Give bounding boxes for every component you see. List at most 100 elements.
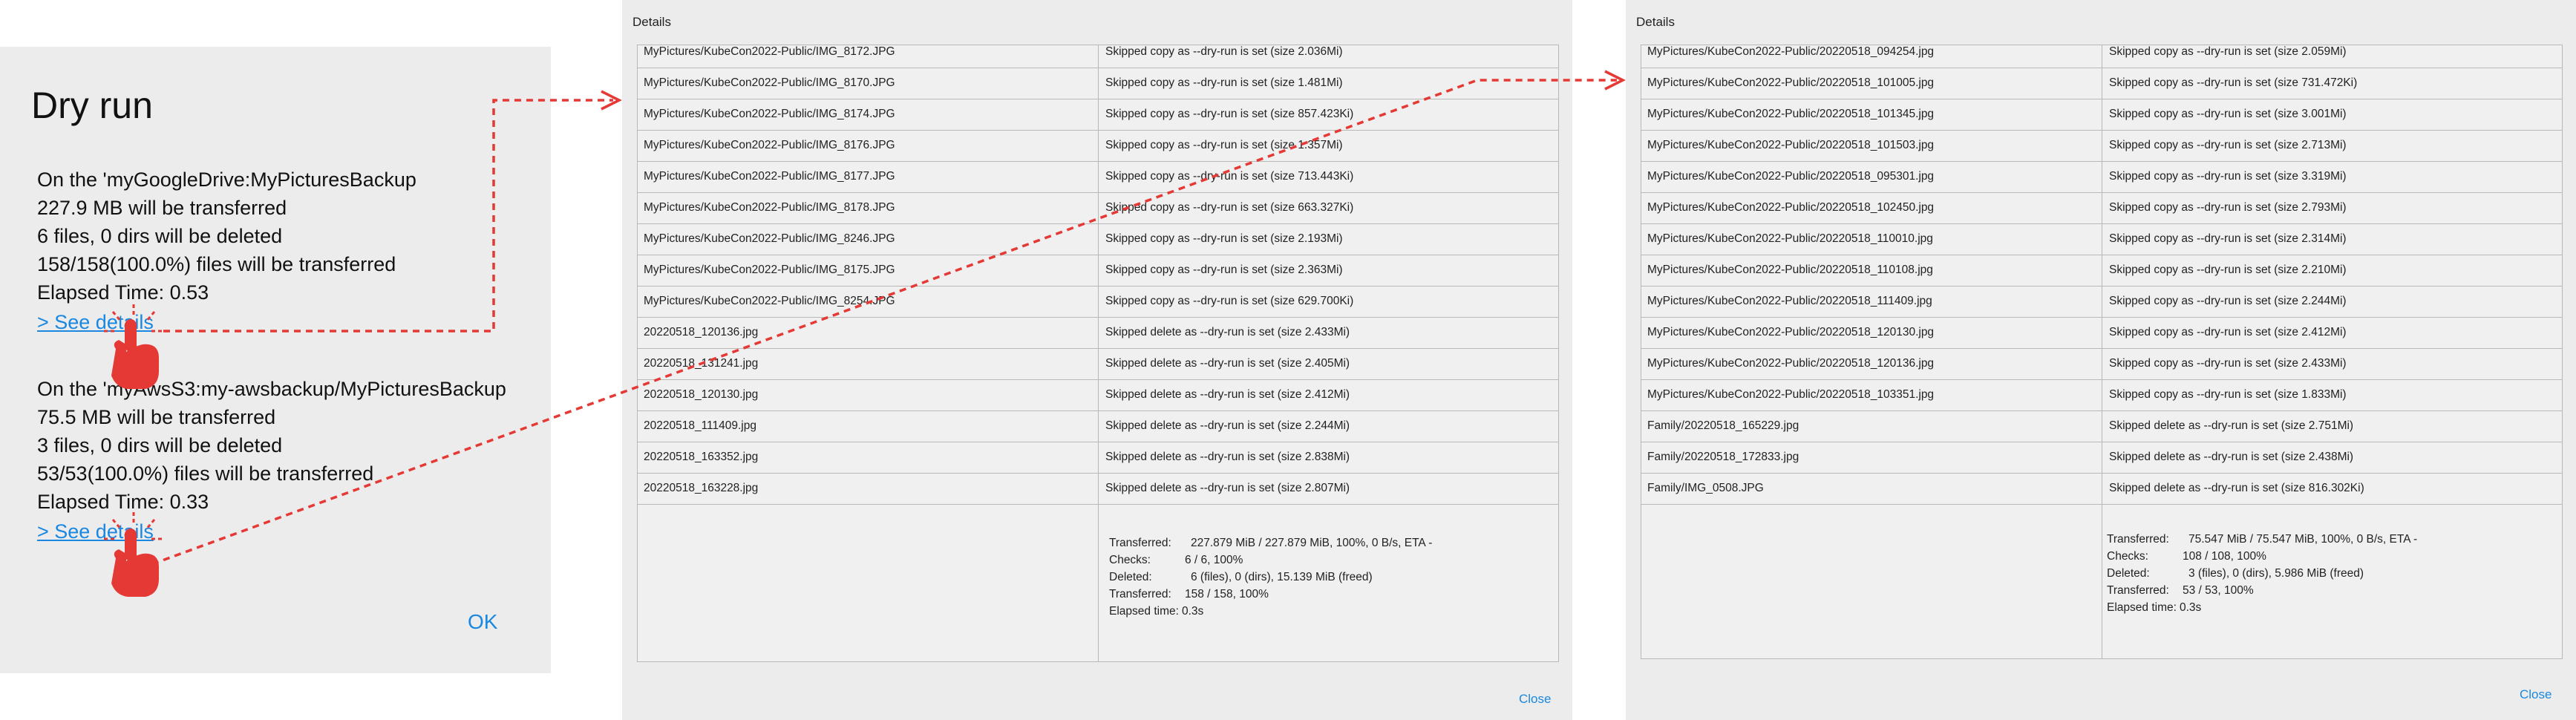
file-path-cell: 20220518_163228.jpg bbox=[644, 482, 759, 494]
stats-line: Elapsed time: 0.3s bbox=[1109, 603, 1432, 620]
status-cell: Skipped delete as --dry-run is set (size… bbox=[1105, 419, 1350, 432]
table-row[interactable]: Family/20220518_172833.jpg Skipped delete… bbox=[1641, 442, 2562, 474]
see-details-link[interactable]: > See details bbox=[37, 517, 506, 546]
stats-line: Transferred: 158 / 158, 100% bbox=[1109, 586, 1432, 603]
file-path-cell: Family/IMG_0508.JPG bbox=[1647, 482, 1764, 494]
status-cell: Skipped copy as --dry-run is set (size 2… bbox=[2109, 295, 2347, 307]
file-path-cell: MyPictures/KubeCon2022-Public/20220518_0… bbox=[1647, 170, 1935, 183]
status-cell: Skipped copy as --dry-run is set (size 2… bbox=[1105, 45, 1343, 58]
details-table[interactable]: MyPictures/KubeCon2022-Public/20220518_0… bbox=[1641, 45, 2563, 659]
status-cell: Skipped copy as --dry-run is set (size 7… bbox=[2109, 76, 2358, 89]
details-title: Details bbox=[632, 15, 671, 29]
table-row[interactable]: 20220518_120136.jpg Skipped delete as --d… bbox=[638, 317, 1558, 349]
status-cell: Skipped copy as --dry-run is set (size 2… bbox=[2109, 139, 2347, 151]
table-row[interactable]: MyPictures/KubeCon2022-Public/IMG_8246.J… bbox=[638, 223, 1558, 255]
status-cell: Skipped delete as --dry-run is set (size… bbox=[2109, 451, 2354, 463]
stats-label: Deleted: bbox=[2107, 567, 2150, 580]
table-row[interactable]: MyPictures/KubeCon2022-Public/20220518_1… bbox=[1641, 68, 2562, 99]
stats-value: 0.3s bbox=[1182, 605, 1204, 618]
status-cell: Skipped copy as --dry-run is set (size 1… bbox=[1105, 76, 1343, 89]
table-row[interactable]: MyPictures/KubeCon2022-Public/IMG_8175.J… bbox=[638, 255, 1558, 287]
close-button[interactable]: Close bbox=[1519, 692, 1551, 707]
file-path-cell: MyPictures/KubeCon2022-Public/IMG_8170.J… bbox=[644, 76, 895, 89]
status-cell: Skipped copy as --dry-run is set (size 6… bbox=[1105, 201, 1354, 214]
table-row[interactable]: MyPictures/KubeCon2022-Public/20220518_1… bbox=[1641, 255, 2562, 287]
file-path-cell: MyPictures/KubeCon2022-Public/IMG_8176.J… bbox=[644, 139, 895, 151]
file-path-cell: MyPictures/KubeCon2022-Public/IMG_8175.J… bbox=[644, 264, 895, 276]
table-row[interactable]: MyPictures/KubeCon2022-Public/IMG_8178.J… bbox=[638, 192, 1558, 224]
file-path-cell: MyPictures/KubeCon2022-Public/20220518_1… bbox=[1647, 201, 1935, 214]
table-row[interactable]: Family/20220518_165229.jpg Skipped delete… bbox=[1641, 410, 2562, 442]
table-row[interactable]: MyPictures/KubeCon2022-Public/20220518_1… bbox=[1641, 286, 2562, 318]
table-row[interactable]: MyPictures/KubeCon2022-Public/IMG_8174.J… bbox=[638, 99, 1558, 131]
table-row[interactable]: MyPictures/KubeCon2022-Public/IMG_8176.J… bbox=[638, 130, 1558, 162]
file-path-cell: 20220518_120130.jpg bbox=[644, 388, 759, 401]
details-title: Details bbox=[1636, 15, 1675, 29]
stats-value: 158 / 158, 100% bbox=[1185, 588, 1269, 600]
table-row[interactable]: MyPictures/KubeCon2022-Public/20220518_1… bbox=[1641, 348, 2562, 380]
stats-line: Checks: 108 / 108, 100% bbox=[2107, 548, 2417, 565]
file-path-cell: MyPictures/KubeCon2022-Public/20220518_1… bbox=[1647, 108, 1935, 120]
file-path-cell: MyPictures/KubeCon2022-Public/IMG_8174.J… bbox=[644, 108, 895, 120]
status-cell: Skipped delete as --dry-run is set (size… bbox=[1105, 357, 1350, 370]
file-path-cell: MyPictures/KubeCon2022-Public/IMG_8172.J… bbox=[644, 45, 895, 58]
status-cell: Skipped delete as --dry-run is set (size… bbox=[1105, 451, 1350, 463]
details-window-aws-s3: Details MyPictures/KubeCon2022-Public/20… bbox=[1626, 0, 2576, 720]
table-row[interactable]: MyPictures/KubeCon2022-Public/IMG_8177.J… bbox=[638, 161, 1558, 193]
status-cell: Skipped delete as --dry-run is set (size… bbox=[1105, 482, 1350, 494]
table-row[interactable]: 20220518_163228.jpg Skipped delete as --d… bbox=[638, 473, 1558, 505]
table-row[interactable]: MyPictures/KubeCon2022-Public/IMG_8172.J… bbox=[638, 45, 1558, 68]
table-row[interactable]: 20220518_111409.jpg Skipped delete as --d… bbox=[638, 410, 1558, 442]
file-path-cell: MyPictures/KubeCon2022-Public/20220518_1… bbox=[1647, 388, 1935, 401]
stats-line: Deleted: 3 (files), 0 (dirs), 5.986 MiB (… bbox=[2107, 565, 2417, 582]
table-row[interactable]: MyPictures/KubeCon2022-Public/20220518_0… bbox=[1641, 161, 2562, 193]
table-row[interactable]: Family/IMG_0508.JPG Skipped delete as --d… bbox=[1641, 473, 2562, 505]
table-row[interactable]: MyPictures/KubeCon2022-Public/20220518_0… bbox=[1641, 45, 2562, 68]
file-path-cell: MyPictures/KubeCon2022-Public/20220518_1… bbox=[1647, 295, 1932, 307]
elapsed-time-line: Elapsed Time: 0.33 bbox=[37, 491, 209, 513]
stats-label: Elapsed time: bbox=[2107, 601, 2177, 614]
ok-button[interactable]: OK bbox=[463, 609, 502, 635]
dry-run-title: Dry run bbox=[31, 85, 153, 126]
table-row[interactable]: MyPictures/KubeCon2022-Public/20220518_1… bbox=[1641, 192, 2562, 224]
file-path-cell: 20220518_111409.jpg bbox=[644, 419, 756, 432]
stats-label: Transferred: bbox=[2107, 533, 2169, 546]
summary-google-drive: On the 'myGoogleDrive:MyPicturesBackup 2… bbox=[37, 166, 416, 336]
table-row[interactable]: 20220518_131241.jpg Skipped delete as --d… bbox=[638, 348, 1558, 380]
status-cell: Skipped delete as --dry-run is set (size… bbox=[2109, 482, 2364, 494]
status-cell: Skipped copy as --dry-run is set (size 8… bbox=[1105, 108, 1354, 120]
table-row[interactable]: 20220518_120130.jpg Skipped delete as --d… bbox=[638, 379, 1558, 411]
stats-line: Checks: 6 / 6, 100% bbox=[1109, 552, 1432, 569]
table-row[interactable]: MyPictures/KubeCon2022-Public/20220518_1… bbox=[1641, 223, 2562, 255]
status-cell: Skipped copy as --dry-run is set (size 1… bbox=[2109, 388, 2347, 401]
table-row[interactable]: MyPictures/KubeCon2022-Public/20220518_1… bbox=[1641, 99, 2562, 131]
file-path-cell: MyPictures/KubeCon2022-Public/IMG_8246.J… bbox=[644, 232, 895, 245]
remote-line: On the 'myGoogleDrive:MyPicturesBackup bbox=[37, 168, 416, 191]
table-row[interactable]: MyPictures/KubeCon2022-Public/20220518_1… bbox=[1641, 317, 2562, 349]
details-window-google-drive: Details MyPictures/KubeCon2022-Public/IM… bbox=[622, 0, 1572, 720]
stats-line: Transferred: 75.547 MiB / 75.547 MiB, 100… bbox=[2107, 531, 2417, 548]
stats-label: Deleted: bbox=[1109, 571, 1152, 583]
stats-label: Elapsed time: bbox=[1109, 605, 1179, 618]
table-row[interactable]: MyPictures/KubeCon2022-Public/20220518_1… bbox=[1641, 130, 2562, 162]
table-row[interactable]: MyPictures/KubeCon2022-Public/20220518_1… bbox=[1641, 379, 2562, 411]
file-path-cell: MyPictures/KubeCon2022-Public/20220518_1… bbox=[1647, 76, 1935, 89]
status-cell: Skipped copy as --dry-run is set (size 1… bbox=[1105, 139, 1343, 151]
close-button[interactable]: Close bbox=[2520, 687, 2552, 702]
stats-line: Elapsed time: 0.3s bbox=[2107, 599, 2417, 616]
stats-label: Transferred: bbox=[1109, 588, 1171, 600]
file-path-cell: MyPictures/KubeCon2022-Public/20220518_1… bbox=[1647, 326, 1935, 338]
table-row[interactable]: MyPictures/KubeCon2022-Public/IMG_8254.J… bbox=[638, 286, 1558, 318]
stats-label: Transferred: bbox=[1109, 537, 1171, 549]
table-row[interactable]: 20220518_163352.jpg Skipped delete as --d… bbox=[638, 442, 1558, 474]
file-path-cell: 20220518_131241.jpg bbox=[644, 357, 759, 370]
table-row[interactable]: MyPictures/KubeCon2022-Public/IMG_8170.J… bbox=[638, 68, 1558, 99]
transfer-stats: Transferred: 75.547 MiB / 75.547 MiB, 100… bbox=[2107, 531, 2417, 616]
file-path-cell: Family/20220518_172833.jpg bbox=[1647, 451, 1799, 463]
remote-line: On the 'myAwsS3:my-awsbackup/MyPicturesB… bbox=[37, 378, 506, 400]
see-details-link[interactable]: > See details bbox=[37, 308, 416, 336]
stats-value: 227.879 MiB / 227.879 MiB, 100%, 0 B/s, … bbox=[1191, 537, 1433, 549]
status-cell: Skipped delete as --dry-run is set (size… bbox=[1105, 388, 1350, 401]
deleted-files-line: 3 files, 0 dirs will be deleted bbox=[37, 434, 283, 456]
stats-value: 3 (files), 0 (dirs), 5.986 MiB (freed) bbox=[2188, 567, 2364, 580]
